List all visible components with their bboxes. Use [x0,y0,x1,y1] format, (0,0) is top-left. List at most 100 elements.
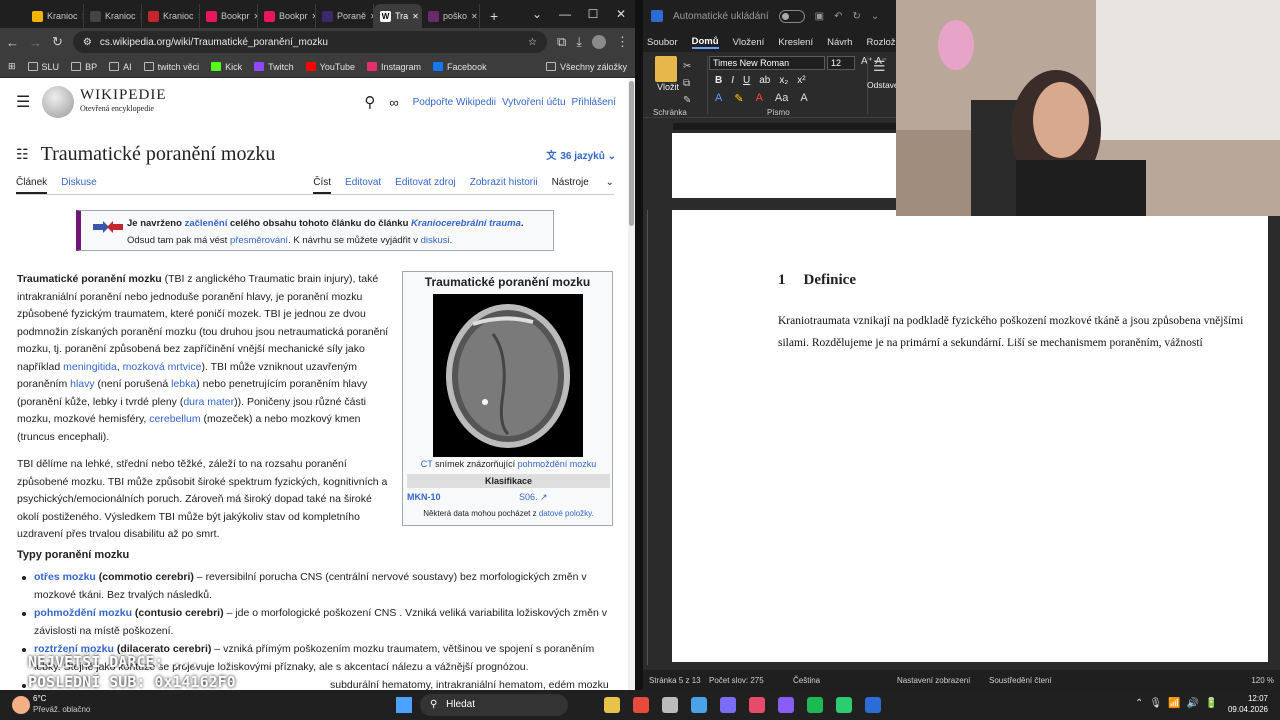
scrollbar-thumb[interactable] [629,81,634,226]
wiki-link[interactable]: hlavy [70,378,95,390]
browser-tab[interactable]: poško ✕ [422,4,480,28]
browser-tab[interactable]: W Tra ✕ [374,4,422,28]
wiki-link[interactable]: cerebellum [149,413,200,425]
cut-icon[interactable]: ✂ [683,58,691,75]
taskbar-app-icon[interactable] [720,697,736,713]
styles-label[interactable]: Odstave [867,80,899,90]
login-link[interactable]: Přihlášení [572,97,616,108]
browser-tab[interactable]: Bookpr✕ [200,4,258,28]
doc-heading[interactable]: 1 Definice [778,272,874,289]
page-scrollbar[interactable] [628,79,635,690]
taskbar-app-icon[interactable] [836,697,852,713]
close-button[interactable]: ✕ [607,0,635,28]
search-box[interactable]: ⚲ Hledat [420,694,568,716]
tab-close-icon[interactable]: ✕ [412,12,419,21]
maximize-button[interactable]: ☐ [579,0,607,28]
document-page[interactable] [672,210,1268,662]
reload-icon[interactable]: ↻ [52,34,63,50]
redo-icon[interactable]: ↻ [852,11,860,22]
focus-mode[interactable]: Soustředění čtení [989,676,1149,685]
wiki-link[interactable]: mozková mrtvice [123,361,202,373]
ribbon-tab[interactable]: Kreslení [778,37,813,48]
display-settings[interactable]: Nastavení zobrazení [897,676,989,685]
toc-icon[interactable]: ☷ [16,146,29,163]
taskbar-app-icon[interactable] [807,697,823,713]
back-icon[interactable]: ← [6,35,19,50]
taskbar-app-icon[interactable] [865,697,881,713]
superscript-icon[interactable]: x² [797,75,805,86]
ribbon-tab[interactable]: Vložení [733,37,765,48]
zoom-level[interactable]: 120 % [1251,676,1274,685]
list-item-link[interactable]: otřes mozku [34,571,96,583]
language[interactable]: Čeština [793,676,897,685]
start-icon[interactable] [396,697,412,713]
highlight-icon[interactable]: ✎ [734,92,743,105]
browser-tab[interactable]: Poraně✕ [316,4,374,28]
taskbar-app-icon[interactable] [749,697,765,713]
tab-discussion[interactable]: Diskuse [61,177,97,194]
all-bookmarks[interactable]: Všechny záložky [545,62,627,72]
word-count[interactable]: Počet slov: 275 [709,676,793,685]
site-info-icon[interactable]: ⚙ [83,37,92,48]
font-name-box[interactable]: Times New Roman [709,56,825,70]
search-icon[interactable]: ⚲ [364,93,375,111]
copy-icon[interactable]: ⧉ [683,75,691,92]
ribbon-tab[interactable]: Domů [691,36,719,49]
ct-scan-image[interactable] [433,294,583,457]
bookmark-item[interactable]: Kick [211,62,242,72]
ribbon-tab[interactable]: Soubor [647,37,678,48]
bookmark-item[interactable]: Instagram [367,62,421,72]
address-bar[interactable]: ⚙ cs.wikipedia.org/wiki/Traumatické_pora… [72,31,547,53]
font-size-box[interactable]: 12 [827,56,855,70]
icd-code-link[interactable]: S06. ↗ [519,492,548,503]
tab-edit[interactable]: Editovat [345,177,381,194]
strike-icon[interactable]: ab [759,75,770,86]
clock[interactable]: 12:07 09.04.2026 [1228,693,1268,715]
bold-icon[interactable]: B [715,75,722,86]
donate-link[interactable]: Podpořte Wikipedii [413,97,496,108]
bookmark-item[interactable]: BP [71,62,97,72]
tab-edit-source[interactable]: Editovat zdroj [395,177,456,194]
page-count[interactable]: Stránka 5 z 13 [649,676,709,685]
contusion-link[interactable]: pohmoždění mozku [518,459,597,469]
bookmark-item[interactable]: SLU [27,62,59,72]
browser-tab[interactable]: Kranioc✕ [142,4,200,28]
ribbon-tab[interactable]: Návrh [827,37,852,48]
wikidata-link[interactable]: datové položky. [539,509,594,518]
wiki-link[interactable]: meningitida [63,361,117,373]
taskbar-app-icon[interactable] [633,697,649,713]
menu-icon[interactable]: ⋮ [616,34,629,50]
clear-format-icon[interactable]: A [800,92,807,105]
wiki-link[interactable]: lebka [171,378,196,390]
minimize-button[interactable]: — [551,0,579,28]
bookmark-star-icon[interactable]: ☆ [528,37,537,48]
taskbar-app-icon[interactable] [662,697,678,713]
ct-link[interactable]: CT [421,459,433,469]
apps-icon[interactable]: ⊞ [8,61,16,72]
bookmark-item[interactable]: Facebook [433,62,487,72]
new-tab-button[interactable]: + [490,4,498,28]
undo-icon[interactable]: ↶ [834,11,842,22]
paste-icon[interactable] [655,56,677,82]
icd-label-link[interactable]: MKN-10 [407,492,519,503]
customize-icon[interactable]: ⌄ [871,11,879,22]
tab-close-icon[interactable]: ✕ [471,12,478,21]
browser-tab[interactable]: Kranioc✕ [84,4,142,28]
merge-link[interactable]: začlenění [185,218,228,229]
bookmark-item[interactable]: AI [109,62,132,72]
doc-paragraph[interactable]: Kraniotraumata vznikají na podkladě fyzi… [778,310,1248,354]
wikipedia-globe-logo[interactable] [42,86,74,118]
subscript-icon[interactable]: x₂ [779,75,788,86]
taskbar-app-icon[interactable] [778,697,794,713]
document-page-previous[interactable] [672,133,924,198]
browser-tab[interactable]: Kranioc✕ [26,4,84,28]
download-icon[interactable]: ⤓ [576,34,582,50]
languages-button[interactable]: 文 36 jazyků ⌄ [546,147,616,162]
bookmark-item[interactable]: twitch věci [143,62,199,72]
extensions-icon[interactable]: ⧉ [557,34,566,50]
paragraph-icon[interactable]: ☰ [873,58,886,75]
tray-icons[interactable]: ⌃🎙📶🔊🔋 [1135,698,1223,709]
discussion-link[interactable]: diskusi [421,235,450,246]
wiki-wordmark[interactable]: Wikipedie Otevřená encyklopedie [80,88,166,116]
taskbar-app-icon[interactable] [691,697,707,713]
